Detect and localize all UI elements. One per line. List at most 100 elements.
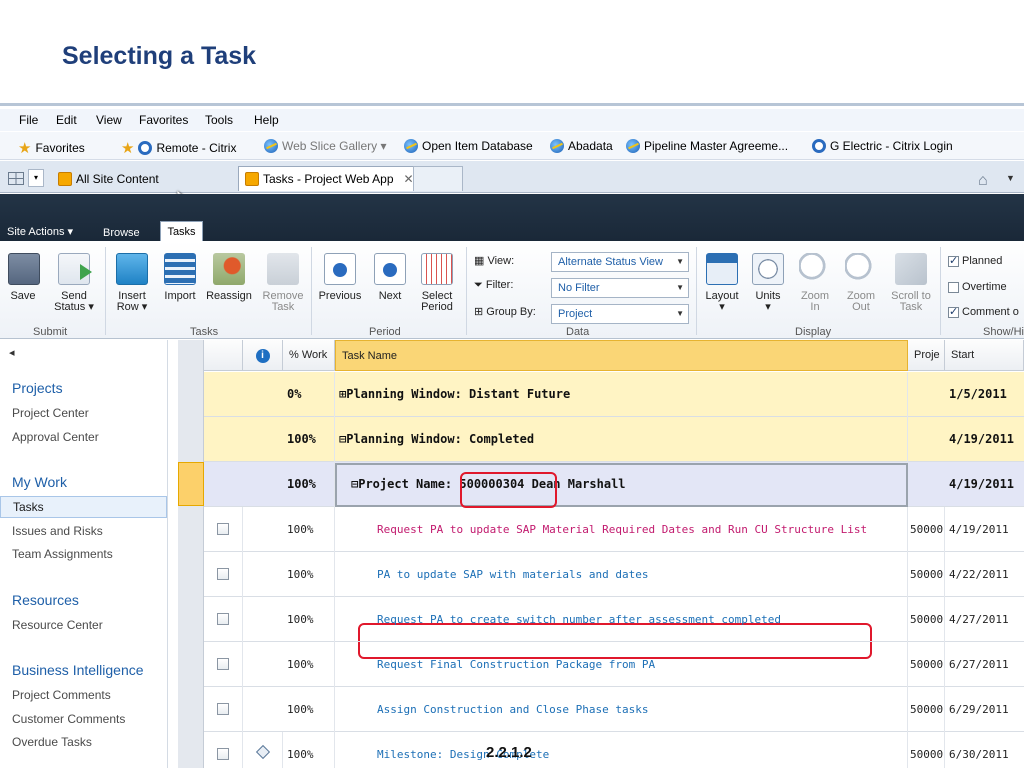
menu-edit[interactable]: Edit (56, 113, 77, 127)
clock-icon (752, 253, 784, 285)
send-status-button[interactable]: Send Status ▾ (52, 253, 96, 313)
scroll-to-task-button[interactable]: Scroll to Task (886, 253, 936, 313)
task-name-cell[interactable]: Request Final Construction Package from … (335, 642, 908, 687)
zoom-out-button[interactable]: Zoom Out (841, 253, 881, 313)
table-row[interactable]: 100% Request Final Construction Package … (204, 642, 1024, 687)
nav-item-project-center[interactable]: Project Center (12, 406, 89, 420)
checkbox-checked-icon (948, 305, 959, 318)
units-button[interactable]: Units ▾ (748, 253, 788, 313)
fav-web-slice-gallery[interactable]: Web Slice Gallery ▾ (264, 139, 387, 153)
column-header-indicators[interactable]: i (243, 340, 283, 371)
collapse-arrow-icon[interactable]: ◂ (9, 346, 15, 359)
site-actions-menu[interactable]: Site Actions ▾ (7, 225, 73, 238)
nav-item-tasks[interactable]: Tasks (0, 496, 167, 518)
menu-file[interactable]: File (19, 113, 38, 127)
fav-citrix-login[interactable]: G Electric - Citrix Login (812, 139, 953, 153)
tab-all-site-content[interactable]: All Site Content (52, 166, 165, 191)
table-row[interactable]: 0% ⊞Planning Window: Distant Future 1/5/… (204, 372, 1024, 417)
column-header-pct-work[interactable]: % Work (283, 340, 335, 371)
planned-checkbox[interactable]: Planned (948, 254, 1002, 267)
table-row[interactable]: 100% PA to update SAP with materials and… (204, 552, 1024, 597)
view-select[interactable]: Alternate Status View ▼ (551, 252, 689, 272)
new-tab-button[interactable] (413, 166, 463, 191)
menu-tools[interactable]: Tools (205, 113, 233, 127)
next-button[interactable]: Next (371, 253, 409, 302)
save-button[interactable]: Save (8, 253, 40, 302)
task-name-cell[interactable]: Request PA to update SAP Material Requir… (335, 507, 908, 552)
fav-abadata[interactable]: Abadata (550, 139, 613, 153)
fav-pipeline-master[interactable]: Pipeline Master Agreeme... (626, 139, 788, 153)
table-row[interactable]: 100% ⊟Planning Window: Completed 4/19/20… (204, 417, 1024, 462)
row-checkbox[interactable] (204, 732, 243, 768)
ribbon-tab-browse[interactable]: Browse (103, 227, 140, 239)
column-header-task-name[interactable]: Task Name (335, 340, 908, 371)
nav-item-overdue-tasks[interactable]: Overdue Tasks (12, 735, 92, 749)
menu-help[interactable]: Help (254, 113, 279, 127)
import-button[interactable]: Import (160, 253, 200, 302)
ribbon-divider (105, 247, 106, 335)
task-name-cell[interactable]: Assign Construction and Close Phase task… (335, 687, 908, 732)
quick-tabs-icon[interactable] (8, 172, 24, 185)
task-name-cell[interactable]: Milestone: Design Complete (335, 732, 908, 768)
overtime-checkbox[interactable]: Overtime (948, 281, 1007, 293)
nav-item-team-assignments[interactable]: Team Assignments (12, 547, 113, 561)
select-period-button[interactable]: Select Period (416, 253, 458, 313)
pct-work-cell: 0% (283, 372, 335, 417)
zoom-in-button[interactable]: Zoom In (795, 253, 835, 313)
tab-list-dropdown[interactable]: ▾ (28, 169, 44, 187)
column-header-checkbox[interactable] (204, 340, 243, 371)
column-header-start[interactable]: Start (945, 340, 1024, 371)
task-name-cell[interactable]: Request PA to create switch number after… (335, 597, 908, 642)
nav-item-customer-comments[interactable]: Customer Comments (12, 712, 125, 726)
ribbon-tab-tasks[interactable]: Tasks (160, 221, 203, 242)
previous-button[interactable]: Previous (315, 253, 365, 302)
menu-favorites[interactable]: Favorites (139, 113, 188, 127)
insert-row-button[interactable]: Insert Row ▾ (113, 253, 151, 313)
task-name-cell[interactable]: PA to update SAP with materials and date… (335, 552, 908, 597)
groupby-select[interactable]: Project ▼ (551, 304, 689, 324)
layout-button[interactable]: Layout ▾ (700, 253, 744, 313)
project-cell: 50000 (908, 507, 945, 552)
tab-tasks-project-web-app[interactable]: Tasks - Project Web App ✕ (238, 166, 421, 191)
table-row[interactable]: 100% Request PA to create switch number … (204, 597, 1024, 642)
row-checkbox[interactable] (204, 507, 243, 552)
column-header-project[interactable]: Proje (908, 340, 945, 371)
row-checkbox[interactable] (204, 642, 243, 687)
group-by-icon: ⊞ (474, 306, 484, 318)
pct-work-cell: 100% (283, 687, 335, 732)
task-name-cell[interactable]: ⊞Planning Window: Distant Future (335, 372, 908, 417)
row-checkbox[interactable] (204, 597, 243, 642)
nav-heading-resources[interactable]: Resources (12, 592, 79, 608)
comment-checkbox[interactable]: Comment o (948, 305, 1019, 318)
fav-remote-citrix[interactable]: ★ Remote - Citrix (121, 139, 236, 157)
home-icon[interactable]: ⌂ (978, 172, 988, 190)
fav-open-item-database[interactable]: Open Item Database (404, 139, 533, 153)
filter-select[interactable]: No Filter ▼ (551, 278, 689, 298)
table-row[interactable]: 100% Milestone: Design Complete 50000 6/… (204, 732, 1024, 768)
reassign-button[interactable]: Reassign (203, 253, 255, 302)
table-row[interactable]: 100% Request PA to update SAP Material R… (204, 507, 1024, 552)
layout-icon (706, 253, 738, 285)
send-status-icon (58, 253, 92, 285)
project-cell: 50000 (908, 732, 945, 768)
nav-item-resource-center[interactable]: Resource Center (12, 618, 103, 632)
checkbox-label: Overtime (962, 281, 1007, 293)
menu-view[interactable]: View (96, 113, 122, 127)
nav-item-project-comments[interactable]: Project Comments (12, 688, 111, 702)
nav-heading-my-work[interactable]: My Work (12, 474, 67, 490)
task-name-cell[interactable]: ⊟Planning Window: Completed (335, 417, 908, 462)
nav-heading-business-intelligence[interactable]: Business Intelligence (12, 662, 144, 678)
nav-item-approval-center[interactable]: Approval Center (12, 430, 99, 444)
ribbon: Save Send Status ▾ Submit Insert Row ▾ I… (0, 241, 1024, 339)
nav-heading-projects[interactable]: Projects (12, 380, 63, 396)
filter-icon: ⏷ (474, 279, 483, 291)
chevron-down-icon[interactable]: ▼ (1006, 173, 1015, 183)
remove-task-button[interactable]: Remove Task (259, 253, 307, 313)
start-cell: 6/27/2011 (949, 658, 1009, 671)
nav-item-issues-risks[interactable]: Issues and Risks (12, 524, 103, 538)
ie-icon (626, 139, 640, 153)
row-checkbox[interactable] (204, 687, 243, 732)
favorites-button[interactable]: ★ Favorites (18, 139, 85, 157)
table-row[interactable]: 100% Assign Construction and Close Phase… (204, 687, 1024, 732)
row-checkbox[interactable] (204, 552, 243, 597)
